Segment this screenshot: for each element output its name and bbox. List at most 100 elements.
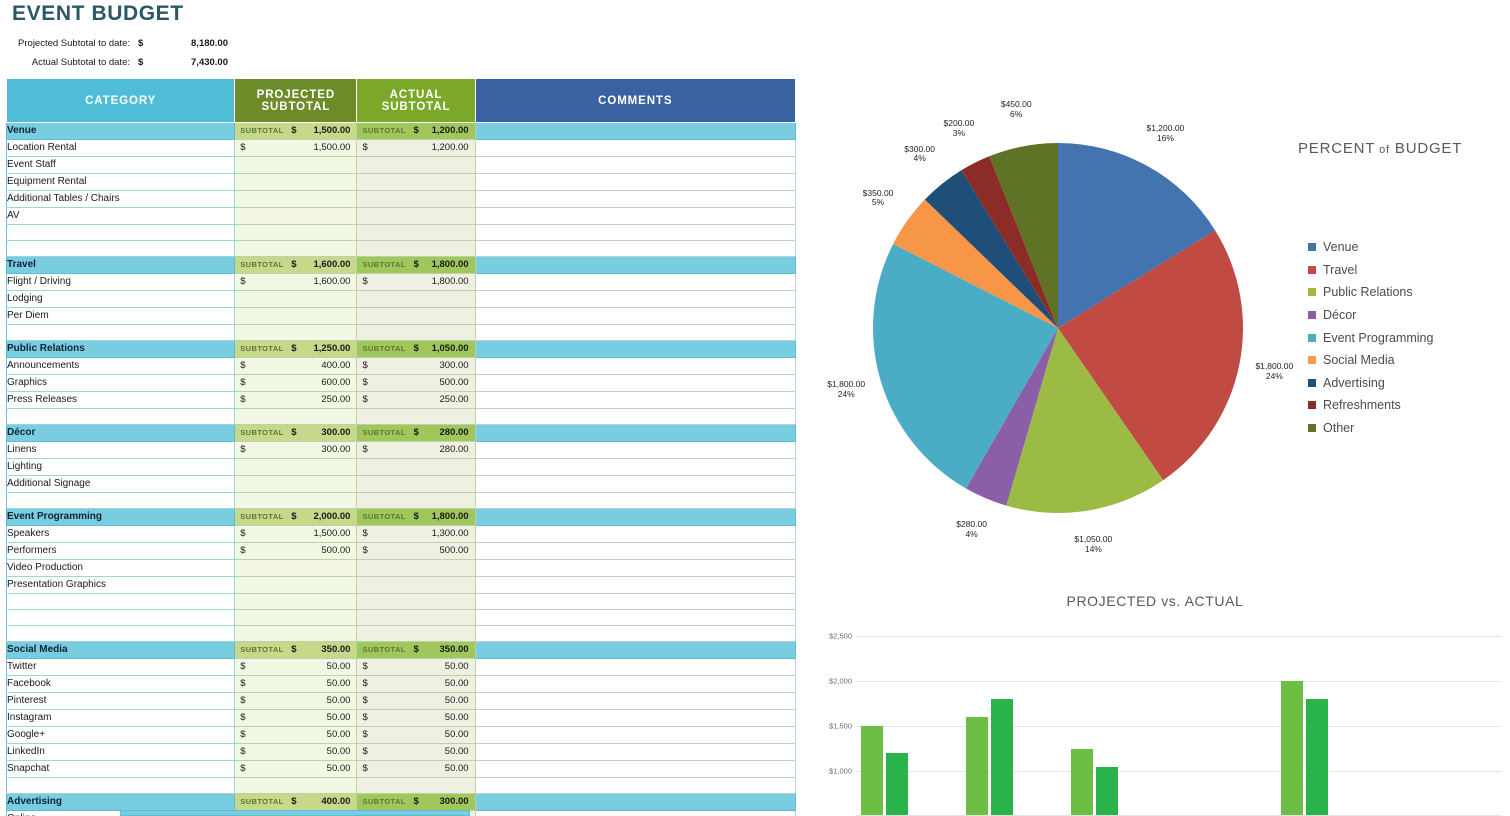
table-row[interactable]: [5, 593, 797, 610]
table-row[interactable]: Lodging: [5, 290, 797, 308]
cell-proj-amount[interactable]: [234, 625, 358, 642]
cell-act-amount[interactable]: $50.00: [356, 658, 476, 676]
cell-comments[interactable]: [474, 810, 797, 816]
table-row[interactable]: Equipment Rental: [5, 173, 797, 191]
cell-comments[interactable]: [474, 542, 797, 560]
cell-category[interactable]: Instagram: [5, 709, 236, 727]
cell-category[interactable]: [5, 408, 236, 425]
legend-item-event-programming[interactable]: Event Programming: [1308, 326, 1433, 349]
cell-comments[interactable]: [474, 692, 797, 710]
cell-comments[interactable]: [474, 207, 797, 225]
cell-act-amount[interactable]: $50.00: [356, 726, 476, 744]
cell-comments[interactable]: [474, 256, 797, 274]
table-row[interactable]: Event Staff: [5, 156, 797, 174]
cell-proj-amount[interactable]: $400.00: [234, 357, 358, 375]
cell-proj-amount[interactable]: $600.00: [234, 374, 358, 392]
table-row[interactable]: Google+ $50.00 $50.00: [5, 726, 797, 744]
cell-category[interactable]: Speakers: [5, 525, 236, 543]
bar-projected-public-relations[interactable]: [1071, 748, 1093, 816]
cell-act-amount[interactable]: [356, 492, 476, 509]
cell-act-amount[interactable]: [356, 609, 476, 626]
cell-comments[interactable]: [474, 391, 797, 409]
cell-category[interactable]: [5, 324, 236, 341]
table-row[interactable]: [5, 240, 797, 257]
column-header-category[interactable]: CATEGORY: [5, 78, 236, 123]
cell-act-amount[interactable]: $1,800.00: [356, 273, 476, 291]
table-row[interactable]: [5, 777, 797, 794]
table-row[interactable]: Additional Tables / Chairs: [5, 190, 797, 208]
cell-proj-amount[interactable]: [234, 224, 358, 241]
cell-proj-amount[interactable]: [234, 207, 358, 225]
cell-proj-amount[interactable]: SUBTOTAL $2,000.00: [234, 508, 358, 526]
cell-category[interactable]: Flight / Driving: [5, 273, 236, 291]
cell-comments[interactable]: [474, 458, 797, 476]
table-group-row[interactable]: Advertising SUBTOTAL $400.00 SUBTOTAL $300.0…: [5, 793, 797, 811]
cell-comments[interactable]: [474, 743, 797, 761]
table-row[interactable]: Linens $300.00 $280.00: [5, 441, 797, 459]
cell-proj-amount[interactable]: $50.00: [234, 692, 358, 710]
cell-comments[interactable]: [474, 525, 797, 543]
cell-category[interactable]: Twitter: [5, 658, 236, 676]
cell-comments[interactable]: [474, 760, 797, 778]
cell-act-amount[interactable]: $500.00: [356, 542, 476, 560]
cell-category[interactable]: Additional Signage: [5, 475, 236, 493]
cell-comments[interactable]: [474, 609, 797, 626]
cell-category[interactable]: Graphics: [5, 374, 236, 392]
legend-item-social-media[interactable]: Social Media: [1308, 349, 1433, 372]
table-row[interactable]: [5, 324, 797, 341]
cell-proj-amount[interactable]: SUBTOTAL $300.00: [234, 424, 358, 442]
cell-category[interactable]: Advertising: [5, 793, 236, 811]
cell-proj-amount[interactable]: $250.00: [234, 391, 358, 409]
bar-projected-venue[interactable]: [861, 726, 883, 816]
cell-act-amount[interactable]: [356, 240, 476, 257]
cell-category[interactable]: [5, 240, 236, 257]
cell-act-amount[interactable]: [356, 290, 476, 308]
cell-comments[interactable]: [474, 492, 797, 509]
cell-proj-amount[interactable]: $1,500.00: [234, 525, 358, 543]
cell-category[interactable]: [5, 492, 236, 509]
cell-comments[interactable]: [474, 340, 797, 358]
cell-proj-amount[interactable]: [234, 307, 358, 325]
table-row[interactable]: LinkedIn $50.00 $50.00: [5, 743, 797, 761]
cell-act-amount[interactable]: [356, 777, 476, 794]
cell-category[interactable]: Linens: [5, 441, 236, 459]
cell-act-amount[interactable]: $250.00: [356, 391, 476, 409]
cell-act-amount[interactable]: $50.00: [356, 675, 476, 693]
cell-act-amount[interactable]: SUBTOTAL $280.00: [356, 424, 476, 442]
cell-category[interactable]: Performers: [5, 542, 236, 560]
table-row[interactable]: Graphics $600.00 $500.00: [5, 374, 797, 392]
cell-comments[interactable]: [474, 675, 797, 693]
cell-comments[interactable]: [474, 190, 797, 208]
cell-act-amount[interactable]: [356, 625, 476, 642]
cell-category[interactable]: Equipment Rental: [5, 173, 236, 191]
cell-act-amount[interactable]: [356, 576, 476, 594]
cell-comments[interactable]: [474, 273, 797, 291]
cell-category[interactable]: Social Media: [5, 641, 236, 659]
cell-act-amount[interactable]: [356, 173, 476, 191]
cell-act-amount[interactable]: [356, 307, 476, 325]
cell-act-amount[interactable]: SUBTOTAL $1,800.00: [356, 508, 476, 526]
cell-category[interactable]: Press Releases: [5, 391, 236, 409]
legend-item-public-relations[interactable]: Public Relations: [1308, 281, 1433, 304]
cell-act-amount[interactable]: SUBTOTAL $350.00: [356, 641, 476, 659]
cell-act-amount[interactable]: [356, 593, 476, 610]
cell-act-amount[interactable]: [356, 207, 476, 225]
cell-proj-amount[interactable]: [234, 559, 358, 577]
cell-act-amount[interactable]: SUBTOTAL $1,200.00: [356, 122, 476, 140]
table-row[interactable]: [5, 625, 797, 642]
cell-category[interactable]: LinkedIn: [5, 743, 236, 761]
table-row[interactable]: Twitter $50.00 $50.00: [5, 658, 797, 676]
table-row[interactable]: Pinterest $50.00 $50.00: [5, 692, 797, 710]
table-group-row[interactable]: Event Programming SUBTOTAL $2,000.00 SUBTOT…: [5, 508, 797, 526]
table-row[interactable]: Video Production: [5, 559, 797, 577]
cell-proj-amount[interactable]: $50.00: [234, 760, 358, 778]
cell-comments[interactable]: [474, 441, 797, 459]
cell-comments[interactable]: [474, 793, 797, 811]
cell-proj-amount[interactable]: [234, 458, 358, 476]
bar-projected-event-programming[interactable]: [1281, 681, 1303, 816]
cell-category[interactable]: Travel: [5, 256, 236, 274]
table-row[interactable]: Performers $500.00 $500.00: [5, 542, 797, 560]
cell-comments[interactable]: [474, 641, 797, 659]
table-row[interactable]: [5, 492, 797, 509]
cell-proj-amount[interactable]: SUBTOTAL $350.00: [234, 641, 358, 659]
